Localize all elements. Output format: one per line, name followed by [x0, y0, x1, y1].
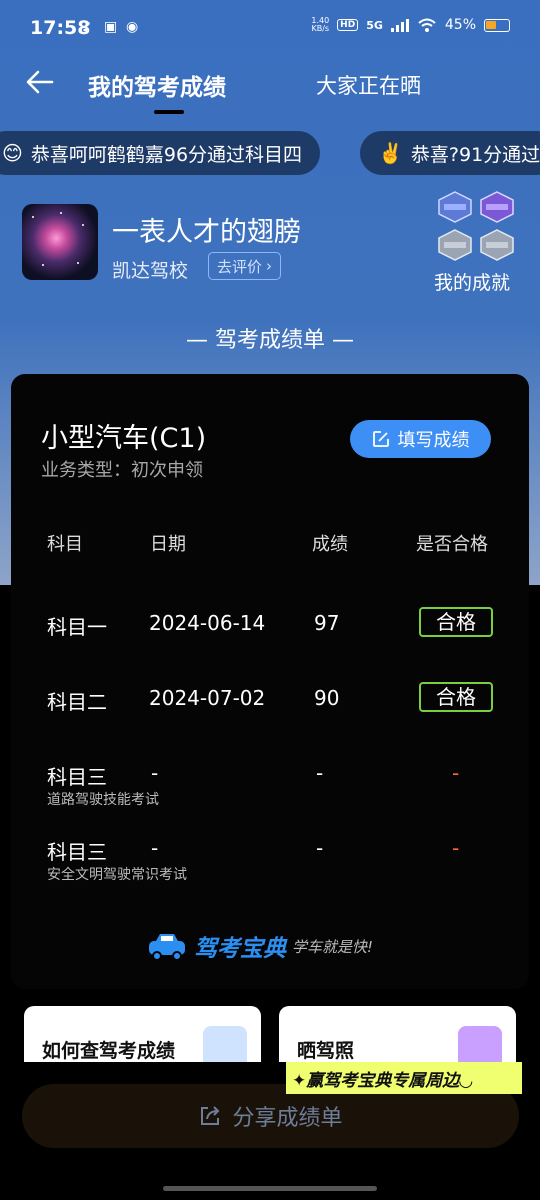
table-row-subject: 科目一 — [47, 615, 107, 639]
table-row-date: 2024-06-14 — [149, 611, 266, 635]
net-speed: 1.40 KB/s — [311, 16, 330, 33]
fill-score-button[interactable]: 填写成绩 — [350, 420, 491, 458]
edit-icon — [372, 431, 389, 447]
table-row-subtitle: 安全文明驾驶常识考试 — [47, 867, 187, 883]
badge-icon — [438, 191, 472, 223]
business-type: 业务类型：初次申领 — [41, 460, 203, 481]
achievement-badges[interactable] — [434, 190, 522, 264]
signal-label: 5G — [366, 18, 383, 32]
user-name: 一表人才的翅膀 — [112, 217, 301, 248]
table-row-subject: 科目三 — [47, 765, 107, 789]
promo-banner[interactable]: ✦赢驾考宝典专属周边◡ — [286, 1062, 522, 1094]
table-row-score: 90 — [314, 686, 340, 710]
table-row-score: - — [316, 836, 324, 860]
table-row-date: - — [151, 836, 159, 860]
app-notify-icon: ▣ — [104, 19, 118, 35]
share-license-card[interactable]: 晒驾照 — [279, 1006, 516, 1066]
tiktok-icon: ♪ — [82, 19, 91, 35]
header-score: 成绩 — [312, 534, 348, 555]
table-row-subject: 科目二 — [47, 690, 107, 714]
review-button[interactable]: 去评价 › — [208, 252, 282, 280]
table-row-score: 97 — [314, 611, 340, 635]
my-achievements-label[interactable]: 我的成就 — [434, 268, 510, 295]
victory-emoji-icon: ✌️ — [378, 141, 403, 165]
header-date: 日期 — [150, 534, 186, 555]
tab-everyone-sharing[interactable]: 大家正在晒 — [316, 70, 421, 100]
pass-badge: 合格 — [419, 607, 493, 637]
status-bar: 17:58 ♪ ▣ ◉ 1.40 KB/s HD 5G 45% — [0, 0, 540, 58]
table-row-subtitle: 道路驾驶技能考试 — [47, 792, 159, 808]
congrats-marquee: 😊 恭喜呵呵鹤鹤嘉96分通过科目四 ✌️ 恭喜?91分通过 — [0, 131, 540, 177]
driving-school-name: 凯达驾校 — [112, 260, 189, 282]
header-passed: 是否合格 — [416, 534, 488, 555]
nav-bar: 我的驾考成绩 大家正在晒 — [0, 58, 540, 118]
avatar[interactable] — [22, 204, 98, 280]
score-card: 小型汽车(C1) 业务类型：初次申领 填写成绩 科目 日期 成绩 是否合格 科目… — [11, 374, 529, 989]
search-score-icon — [203, 1026, 247, 1066]
license-type: 小型汽车(C1) — [41, 423, 207, 454]
share-icon — [201, 1106, 220, 1125]
section-title: — 驾考成绩单 — — [186, 328, 354, 353]
marquee-item: 😊 恭喜呵呵鹤鹤嘉96分通过科目四 — [0, 131, 321, 175]
table-row-subject: 科目三 — [47, 840, 107, 864]
how-to-check-card[interactable]: 如何查驾考成绩 — [24, 1006, 261, 1066]
battery-icon — [484, 18, 510, 32]
marquee-item: ✌️ 恭喜?91分通过 — [360, 131, 540, 175]
badge-icon — [438, 229, 472, 261]
active-tab-indicator — [154, 110, 184, 114]
table-row-date: - — [151, 761, 159, 785]
smile-emoji-icon: 😊 — [2, 141, 23, 165]
status-right: 1.40 KB/s HD 5G 45% — [311, 17, 510, 33]
tab-my-scores[interactable]: 我的驾考成绩 — [88, 68, 226, 102]
brand-logo: 驾考宝典 学车就是快! — [146, 929, 373, 963]
pass-badge: 合格 — [419, 682, 493, 712]
back-arrow-icon[interactable] — [24, 66, 56, 98]
signal-bars-icon — [390, 18, 409, 32]
header-subject: 科目 — [47, 534, 83, 555]
vpn-icon: ◉ — [126, 19, 139, 35]
table-row-score: - — [316, 761, 324, 785]
car-logo-icon — [149, 934, 185, 961]
hd-icon: HD — [337, 19, 359, 31]
chevron-right-icon: › — [266, 257, 273, 275]
wifi-icon — [418, 18, 436, 32]
badge-icon — [480, 229, 514, 261]
table-row-passed: - — [452, 761, 460, 785]
table-row-passed: - — [452, 836, 460, 860]
battery-percent: 45% — [444, 17, 476, 33]
photo-icon — [458, 1026, 502, 1066]
badge-icon — [480, 191, 514, 223]
table-row-date: 2024-07-02 — [149, 686, 266, 710]
home-indicator[interactable] — [163, 1186, 377, 1191]
